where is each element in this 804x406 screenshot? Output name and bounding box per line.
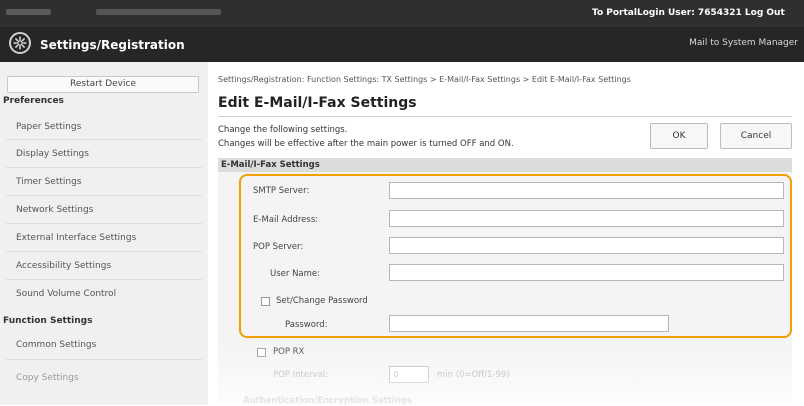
divider [6, 139, 202, 140]
sidebar-item-sound-volume-control[interactable]: Sound Volume Control [16, 289, 116, 299]
pop-rx-label: POP RX [273, 347, 305, 357]
sidebar-item-external-interface-settings[interactable]: External Interface Settings [16, 233, 136, 243]
sidebar-item-common-settings[interactable]: Common Settings [16, 340, 96, 350]
restart-device-button[interactable]: Restart Device [7, 76, 199, 93]
header-bar: Settings/Registration Mail to System Man… [0, 27, 804, 62]
divider [6, 223, 202, 224]
sidebar-item-paper-settings[interactable]: Paper Settings [16, 122, 81, 132]
pop-interval-label: POP Interval: [273, 370, 329, 380]
pop-interval-unit: min (0=Off/1-99) [437, 370, 510, 380]
app-title: Settings/Registration [40, 38, 185, 52]
sidebar-item-network-settings[interactable]: Network Settings [16, 205, 93, 215]
top-bar: To Portal Login User: 7654321 Log Out [0, 0, 804, 27]
sidebar-item-timer-settings[interactable]: Timer Settings [16, 177, 82, 187]
gear-icon [9, 32, 31, 54]
divider [218, 116, 792, 117]
divider [6, 195, 202, 196]
instruction-text: Change the following settings. [218, 125, 348, 135]
sidebar-heading-function-settings: Function Settings [3, 316, 93, 326]
mail-to-system-manager-link[interactable]: Mail to System Manager [689, 38, 798, 48]
divider [6, 251, 202, 252]
sidebar-heading-preferences: Preferences [3, 96, 64, 106]
divider [6, 279, 202, 280]
login-user-logout[interactable]: Login User: 7654321 Log Out [637, 8, 785, 18]
divider [6, 359, 202, 360]
breadcrumb: Settings/Registration: Function Settings… [218, 75, 631, 84]
ok-button[interactable]: OK [650, 123, 708, 149]
sidebar-item-copy-settings[interactable]: Copy Settings [16, 373, 79, 383]
section-title: E-Mail/I-Fax Settings [221, 160, 320, 170]
sidebar: Restart Device Preferences Paper Setting… [0, 62, 208, 405]
divider [6, 167, 202, 168]
sidebar-item-display-settings[interactable]: Display Settings [16, 149, 89, 159]
device-info-redacted [96, 9, 221, 15]
to-portal-link[interactable]: To Portal [592, 8, 637, 18]
cancel-button[interactable]: Cancel [720, 123, 792, 149]
pop-interval-input[interactable] [389, 366, 429, 383]
device-name-redacted [6, 9, 51, 15]
highlight-frame [239, 174, 792, 338]
page-title: Edit E-Mail/I-Fax Settings [218, 95, 417, 111]
section-header-email-ifax: E-Mail/I-Fax Settings [218, 158, 792, 172]
pop-rx-checkbox[interactable] [257, 348, 266, 357]
restart-note-text: Changes will be effective after the main… [218, 139, 514, 149]
sidebar-item-accessibility-settings[interactable]: Accessibility Settings [16, 261, 111, 271]
